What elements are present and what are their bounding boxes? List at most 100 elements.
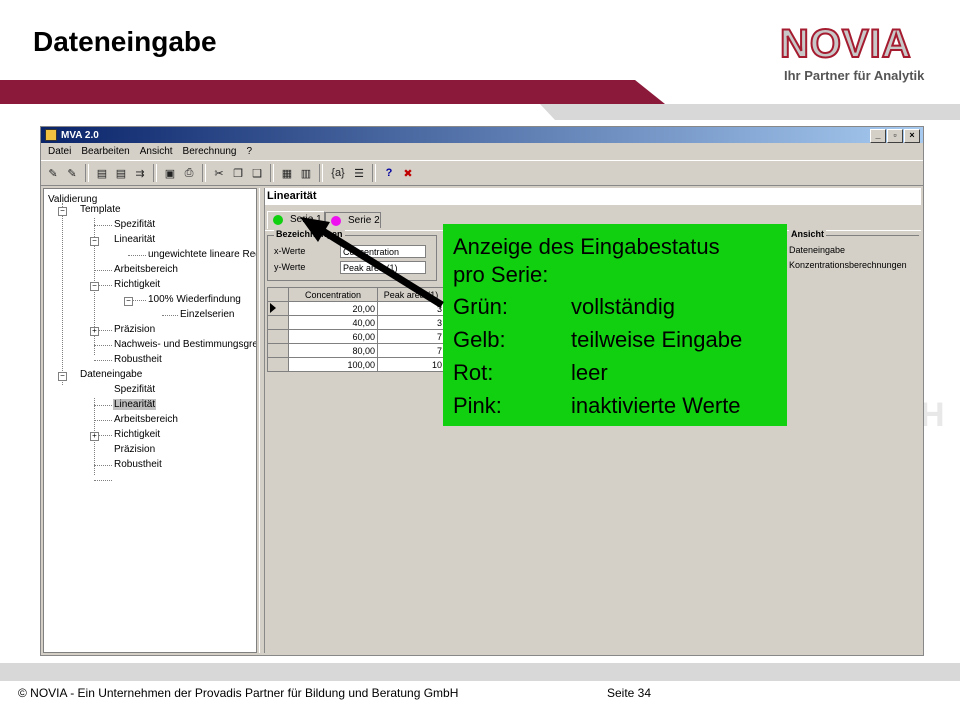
tree-connector bbox=[94, 480, 112, 481]
new-document-icon[interactable]: ▤ bbox=[113, 165, 129, 181]
tree-node-data-praezision[interactable]: Präzision bbox=[114, 444, 155, 455]
tree-connector bbox=[94, 225, 112, 226]
tree-node-richtigkeit[interactable]: Richtigkeit bbox=[114, 279, 160, 290]
menu-ansicht[interactable]: Ansicht bbox=[135, 146, 178, 157]
open-folder-icon[interactable]: ✎ bbox=[64, 165, 80, 181]
window-title: MVA 2.0 bbox=[61, 129, 99, 141]
menu-help[interactable]: ? bbox=[241, 146, 257, 157]
tree-node-template[interactable]: Template bbox=[80, 204, 121, 215]
table-row[interactable]: 20,00 3 bbox=[267, 301, 445, 316]
callout-value-yellow: teilweise Eingabe bbox=[571, 327, 743, 352]
grid-column-header[interactable]: Peak area (1) bbox=[377, 287, 445, 302]
tab-serie-2[interactable]: Serie 2 bbox=[325, 212, 381, 228]
tree-node-arbeitsbereich[interactable]: Arbeitsbereich bbox=[114, 264, 178, 275]
x-values-field[interactable]: Concentration bbox=[340, 245, 426, 258]
grid-cell[interactable]: 60,00 bbox=[288, 329, 378, 344]
tree-connector bbox=[62, 203, 63, 385]
row-indicator[interactable] bbox=[267, 301, 289, 316]
callout-key-pink: Pink: bbox=[453, 393, 502, 418]
row-indicator[interactable] bbox=[267, 343, 289, 358]
data-grid: Concentration Peak area (1) 20,00 3 40,0… bbox=[267, 287, 445, 372]
menu-bearbeiten[interactable]: Bearbeiten bbox=[76, 146, 134, 157]
tree-node-spezifitaet[interactable]: Spezifität bbox=[114, 219, 155, 230]
grid-cell[interactable]: 80,00 bbox=[288, 343, 378, 358]
table-row[interactable]: 100,00 10 bbox=[267, 357, 445, 372]
row-indicator[interactable] bbox=[267, 315, 289, 330]
collapse-icon[interactable]: − bbox=[58, 207, 67, 216]
tree-node-dateneingabe[interactable]: Dateneingabe bbox=[80, 369, 142, 380]
collapse-icon[interactable]: − bbox=[90, 237, 99, 246]
paste-icon[interactable]: ❑ bbox=[249, 165, 265, 181]
table-row[interactable]: 60,00 7 bbox=[267, 329, 445, 344]
toolbar-separator bbox=[202, 164, 206, 182]
grid-column-header[interactable]: Concentration bbox=[288, 287, 378, 302]
tree-node-einzelserien[interactable]: Einzelserien bbox=[180, 309, 234, 320]
callout-value-red: leer bbox=[571, 360, 608, 385]
tree-node-praezision[interactable]: Präzision bbox=[114, 324, 155, 335]
expand-icon[interactable]: + bbox=[90, 432, 99, 441]
current-row-icon bbox=[270, 302, 276, 313]
transfer-icon[interactable]: ⇉ bbox=[132, 165, 148, 181]
grid-cell[interactable]: 100,00 bbox=[288, 357, 378, 372]
tree-node-data-richtigkeit[interactable]: Richtigkeit bbox=[114, 429, 160, 440]
tree-node-data-robustheit[interactable]: Robustheit bbox=[114, 459, 162, 470]
help-icon[interactable]: ? bbox=[381, 165, 397, 181]
menu-datei[interactable]: Datei bbox=[43, 146, 76, 157]
collapse-icon[interactable]: − bbox=[58, 372, 67, 381]
menu-berechnung[interactable]: Berechnung bbox=[178, 146, 242, 157]
navigation-tree[interactable]: Validierung − Template Spezifität − Line… bbox=[43, 188, 257, 653]
tree-connector bbox=[94, 270, 112, 271]
tree-node-robustheit[interactable]: Robustheit bbox=[114, 354, 162, 365]
tree-node-nachweisgrenze[interactable]: Nachweis- und Bestimmungsgrenze bbox=[114, 339, 256, 350]
tree-node-ungewichtete-regression[interactable]: ungewichtete lineare Regre bbox=[148, 249, 256, 260]
variable-icon[interactable]: {a} bbox=[328, 165, 348, 181]
row-indicator[interactable] bbox=[267, 357, 289, 372]
tree-connector bbox=[94, 405, 112, 406]
toolbar-separator bbox=[270, 164, 274, 182]
grid-cell[interactable]: 3 bbox=[377, 301, 445, 316]
grid-cell[interactable]: 20,00 bbox=[288, 301, 378, 316]
grid-cell[interactable]: 10 bbox=[377, 357, 445, 372]
table-row[interactable]: 40,00 3 bbox=[267, 315, 445, 330]
copy-icon[interactable]: ❐ bbox=[230, 165, 246, 181]
tree-node-data-arbeitsbereich[interactable]: Arbeitsbereich bbox=[114, 414, 178, 425]
callout-value-green: vollständig bbox=[571, 294, 675, 319]
callout-key-green: Grün: bbox=[453, 294, 509, 319]
grid-header-row: Concentration Peak area (1) bbox=[267, 287, 445, 302]
close-button[interactable]: × bbox=[904, 129, 920, 143]
list-icon[interactable]: ☰ bbox=[351, 165, 367, 181]
grid-corner bbox=[267, 287, 289, 302]
row-indicator[interactable] bbox=[267, 329, 289, 344]
tree-node-data-linearitaet[interactable]: Linearität bbox=[113, 399, 157, 410]
document-icon[interactable]: ▤ bbox=[94, 165, 110, 181]
grid-cell[interactable]: 7 bbox=[377, 329, 445, 344]
collapse-icon[interactable]: − bbox=[90, 282, 99, 291]
tab-label: Serie 1 bbox=[290, 214, 322, 225]
grid-cell[interactable]: 3 bbox=[377, 315, 445, 330]
open-validation-icon[interactable]: ✎ bbox=[45, 165, 61, 181]
grid-cell[interactable]: 40,00 bbox=[288, 315, 378, 330]
x-values-label: x-Werte bbox=[274, 246, 306, 256]
window-titlebar[interactable]: MVA 2.0 _ ▫ × bbox=[41, 127, 923, 143]
view-option-konzentrationsberechnungen[interactable]: Konzentrationsberechnungen bbox=[789, 260, 907, 270]
tree-node-wiederfindung[interactable]: 100% Wiederfindung bbox=[148, 294, 241, 305]
toolbar-separator bbox=[85, 164, 89, 182]
save-icon[interactable]: ▣ bbox=[162, 165, 178, 181]
tree-node-linearitaet[interactable]: Linearität bbox=[114, 234, 155, 245]
table-row[interactable]: 80,00 7 bbox=[267, 343, 445, 358]
y-values-field[interactable]: Peak area (1) bbox=[340, 261, 426, 274]
grid-cell[interactable]: 7 bbox=[377, 343, 445, 358]
tree-node-data-spezifitaet[interactable]: Spezifität bbox=[114, 384, 155, 395]
view-option-dateneingabe[interactable]: Dateneingabe bbox=[789, 245, 845, 255]
print-icon[interactable]: ⎙ bbox=[181, 165, 197, 181]
maximize-button[interactable]: ▫ bbox=[887, 129, 903, 143]
minimize-button[interactable]: _ bbox=[870, 129, 886, 143]
collapse-icon[interactable]: − bbox=[124, 297, 133, 306]
tab-serie-1[interactable]: Serie 1 bbox=[267, 211, 325, 229]
bar-chart-icon[interactable]: ▥ bbox=[298, 165, 314, 181]
view-options-label: Ansicht bbox=[789, 229, 827, 239]
cut-icon[interactable]: ✂ bbox=[211, 165, 227, 181]
tools-icon[interactable]: ✖ bbox=[400, 165, 416, 181]
expand-icon[interactable]: + bbox=[90, 327, 99, 336]
calculator-icon[interactable]: ▦ bbox=[279, 165, 295, 181]
